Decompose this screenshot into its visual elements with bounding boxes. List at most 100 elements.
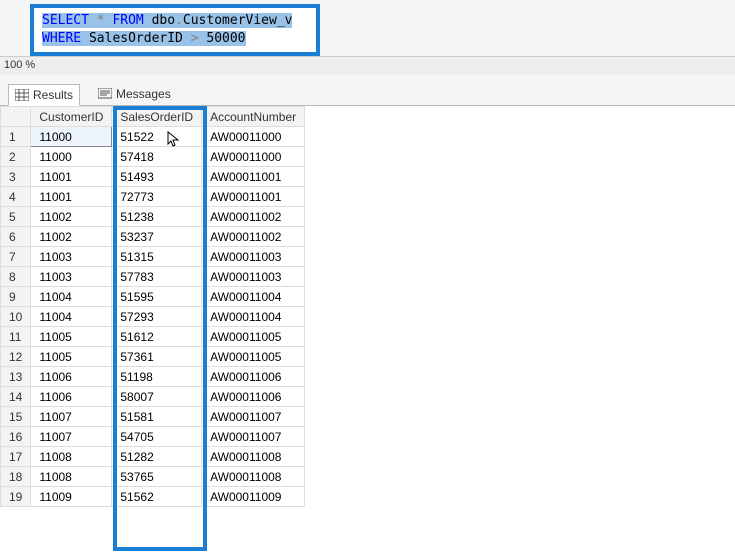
- table-row[interactable]: 101100457293AW00011004: [1, 307, 305, 327]
- table-row[interactable]: 191100951562AW00011009: [1, 487, 305, 507]
- cell-accountnumber[interactable]: AW00011002: [202, 227, 305, 247]
- cell-salesorderid[interactable]: 51198: [112, 367, 202, 387]
- cell-salesorderid[interactable]: 58007: [112, 387, 202, 407]
- cell-customerid[interactable]: 11000: [31, 147, 112, 167]
- cell-salesorderid[interactable]: 51315: [112, 247, 202, 267]
- cell-salesorderid[interactable]: 72773: [112, 187, 202, 207]
- cell-accountnumber[interactable]: AW00011007: [202, 407, 305, 427]
- row-number[interactable]: 9: [1, 287, 31, 307]
- table-row[interactable]: 11100051522AW00011000: [1, 127, 305, 147]
- cell-customerid[interactable]: 11001: [31, 187, 112, 207]
- zoom-level[interactable]: 100 %: [0, 56, 735, 75]
- cell-accountnumber[interactable]: AW00011001: [202, 167, 305, 187]
- row-number[interactable]: 10: [1, 307, 31, 327]
- cell-accountnumber[interactable]: AW00011008: [202, 447, 305, 467]
- table-row[interactable]: 141100658007AW00011006: [1, 387, 305, 407]
- cell-customerid[interactable]: 11008: [31, 467, 112, 487]
- cell-salesorderid[interactable]: 57783: [112, 267, 202, 287]
- cell-accountnumber[interactable]: AW00011003: [202, 267, 305, 287]
- row-number[interactable]: 7: [1, 247, 31, 267]
- cell-accountnumber[interactable]: AW00011006: [202, 367, 305, 387]
- cell-salesorderid[interactable]: 57418: [112, 147, 202, 167]
- table-row[interactable]: 131100651198AW00011006: [1, 367, 305, 387]
- table-row[interactable]: 181100853765AW00011008: [1, 467, 305, 487]
- cell-customerid[interactable]: 11003: [31, 267, 112, 287]
- cell-salesorderid[interactable]: 51522: [112, 127, 202, 147]
- cell-accountnumber[interactable]: AW00011003: [202, 247, 305, 267]
- cell-accountnumber[interactable]: AW00011004: [202, 307, 305, 327]
- row-number[interactable]: 5: [1, 207, 31, 227]
- cell-accountnumber[interactable]: AW00011007: [202, 427, 305, 447]
- tab-results[interactable]: Results: [8, 84, 80, 106]
- table-row[interactable]: 61100253237AW00011002: [1, 227, 305, 247]
- row-number[interactable]: 11: [1, 327, 31, 347]
- cell-customerid[interactable]: 11009: [31, 487, 112, 507]
- cell-accountnumber[interactable]: AW00011004: [202, 287, 305, 307]
- cell-accountnumber[interactable]: AW00011006: [202, 387, 305, 407]
- cell-salesorderid[interactable]: 54705: [112, 427, 202, 447]
- cell-accountnumber[interactable]: AW00011005: [202, 327, 305, 347]
- cell-customerid[interactable]: 11000: [31, 127, 112, 147]
- row-number[interactable]: 15: [1, 407, 31, 427]
- sql-query-highlight-box[interactable]: SELECT * FROM dbo.CustomerView_v WHERE S…: [30, 4, 320, 56]
- row-number[interactable]: 14: [1, 387, 31, 407]
- table-row[interactable]: 81100357783AW00011003: [1, 267, 305, 287]
- table-row[interactable]: 51100251238AW00011002: [1, 207, 305, 227]
- table-row[interactable]: 121100557361AW00011005: [1, 347, 305, 367]
- cell-salesorderid[interactable]: 51595: [112, 287, 202, 307]
- col-header-customerid[interactable]: CustomerID: [31, 107, 112, 127]
- cell-salesorderid[interactable]: 53237: [112, 227, 202, 247]
- table-row[interactable]: 31100151493AW00011001: [1, 167, 305, 187]
- cell-customerid[interactable]: 11007: [31, 427, 112, 447]
- cell-customerid[interactable]: 11007: [31, 407, 112, 427]
- table-row[interactable]: 71100351315AW00011003: [1, 247, 305, 267]
- row-number[interactable]: 3: [1, 167, 31, 187]
- cell-customerid[interactable]: 11003: [31, 247, 112, 267]
- row-number[interactable]: 17: [1, 447, 31, 467]
- table-row[interactable]: 21100057418AW00011000: [1, 147, 305, 167]
- row-number[interactable]: 16: [1, 427, 31, 447]
- cell-salesorderid[interactable]: 51612: [112, 327, 202, 347]
- cell-salesorderid[interactable]: 53765: [112, 467, 202, 487]
- row-number[interactable]: 1: [1, 127, 31, 147]
- table-row[interactable]: 41100172773AW00011001: [1, 187, 305, 207]
- cell-customerid[interactable]: 11004: [31, 287, 112, 307]
- results-grid[interactable]: CustomerID SalesOrderID AccountNumber 11…: [0, 106, 305, 507]
- cell-customerid[interactable]: 11001: [31, 167, 112, 187]
- table-row[interactable]: 91100451595AW00011004: [1, 287, 305, 307]
- cell-accountnumber[interactable]: AW00011008: [202, 467, 305, 487]
- cell-customerid[interactable]: 11002: [31, 207, 112, 227]
- table-row[interactable]: 161100754705AW00011007: [1, 427, 305, 447]
- cell-accountnumber[interactable]: AW00011000: [202, 147, 305, 167]
- cell-salesorderid[interactable]: 51562: [112, 487, 202, 507]
- row-number[interactable]: 6: [1, 227, 31, 247]
- cell-accountnumber[interactable]: AW00011005: [202, 347, 305, 367]
- cell-accountnumber[interactable]: AW00011001: [202, 187, 305, 207]
- row-number[interactable]: 12: [1, 347, 31, 367]
- cell-accountnumber[interactable]: AW00011002: [202, 207, 305, 227]
- cell-salesorderid[interactable]: 57361: [112, 347, 202, 367]
- cell-customerid[interactable]: 11008: [31, 447, 112, 467]
- cell-salesorderid[interactable]: 57293: [112, 307, 202, 327]
- cell-salesorderid[interactable]: 51493: [112, 167, 202, 187]
- row-number[interactable]: 8: [1, 267, 31, 287]
- table-row[interactable]: 111100551612AW00011005: [1, 327, 305, 347]
- cell-customerid[interactable]: 11005: [31, 327, 112, 347]
- row-number[interactable]: 4: [1, 187, 31, 207]
- cell-customerid[interactable]: 11006: [31, 387, 112, 407]
- table-row[interactable]: 171100851282AW00011008: [1, 447, 305, 467]
- row-number[interactable]: 19: [1, 487, 31, 507]
- table-row[interactable]: 151100751581AW00011007: [1, 407, 305, 427]
- cell-accountnumber[interactable]: AW00011009: [202, 487, 305, 507]
- tab-messages[interactable]: Messages: [92, 84, 177, 104]
- cell-salesorderid[interactable]: 51581: [112, 407, 202, 427]
- row-number[interactable]: 2: [1, 147, 31, 167]
- row-number[interactable]: 13: [1, 367, 31, 387]
- cell-accountnumber[interactable]: AW00011000: [202, 127, 305, 147]
- cell-customerid[interactable]: 11004: [31, 307, 112, 327]
- col-header-salesorderid[interactable]: SalesOrderID: [112, 107, 202, 127]
- cell-customerid[interactable]: 11002: [31, 227, 112, 247]
- cell-customerid[interactable]: 11006: [31, 367, 112, 387]
- col-header-accountnumber[interactable]: AccountNumber: [202, 107, 305, 127]
- cell-salesorderid[interactable]: 51238: [112, 207, 202, 227]
